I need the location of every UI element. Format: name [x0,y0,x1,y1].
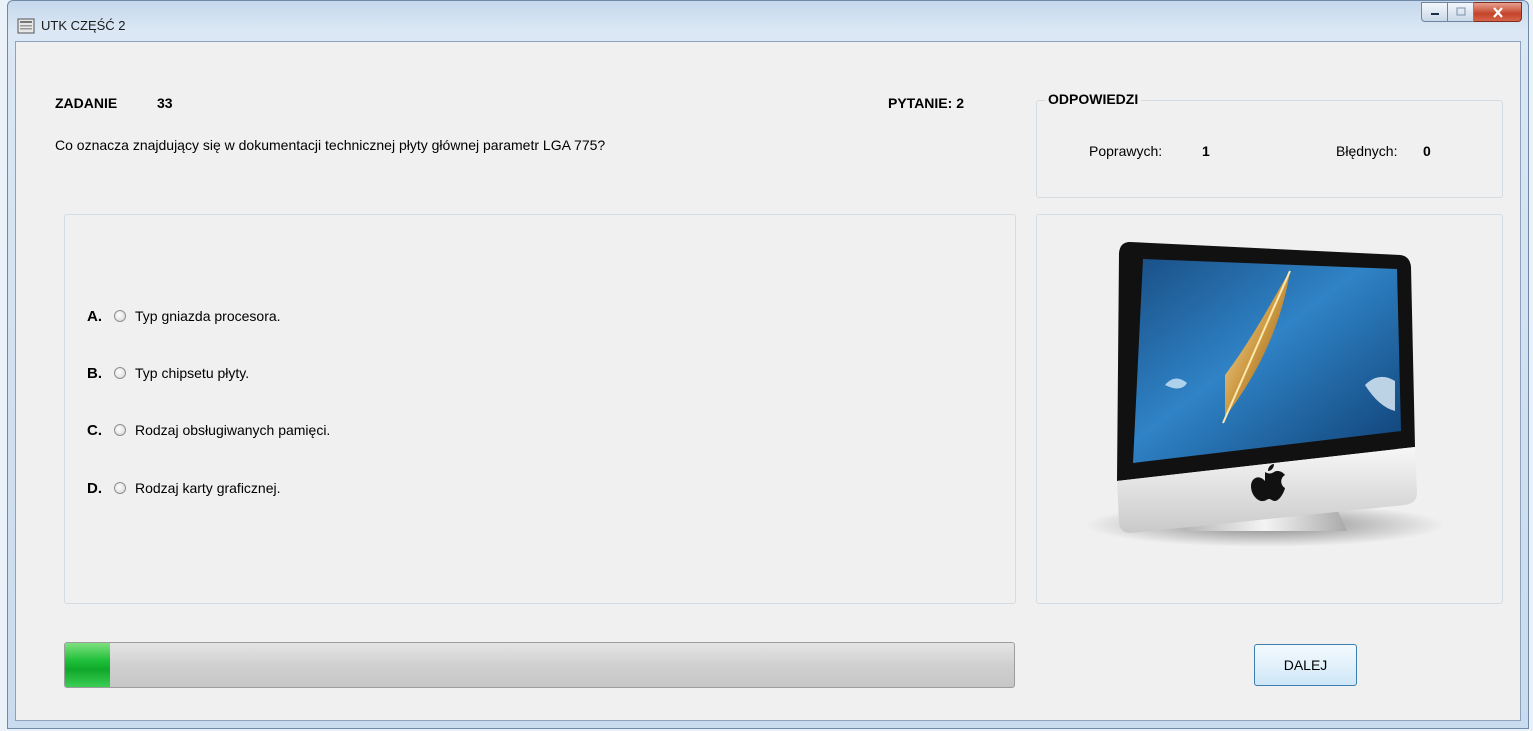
score-group-title: ODPOWIEDZI [1045,91,1142,107]
question-counter: PYTANIE: 2 [888,95,964,111]
radio-button[interactable] [114,482,126,494]
progress-fill [65,643,110,687]
wrong-label: Błędnych: [1336,143,1398,159]
task-number: 33 [157,95,173,111]
window-title: UTK CZĘŚĆ 2 [41,18,126,33]
question-text: Co oznacza znajdujący się w dokumentacji… [55,137,606,153]
minimize-icon [1430,13,1439,15]
maximize-button[interactable] [1448,2,1474,22]
answer-letter: D. [87,479,102,497]
score-group: ODPOWIEDZI Poprawych: 1 Błędnych: 0 [1036,91,1503,198]
answer-letter: C. [87,421,102,439]
correct-count: 1 [1202,143,1210,159]
answer-option-b[interactable]: B. Typ chipsetu płyty. [87,363,249,383]
answer-option-a[interactable]: A. Typ gniazda procesora. [87,306,281,326]
app-window: UTK CZĘŚĆ 2 ZADANIE 33 PYTANIE: 2 Co ozn… [7,0,1529,729]
next-button[interactable]: DALEJ [1254,644,1357,686]
app-icon [17,18,35,34]
main-panel: ZADANIE 33 PYTANIE: 2 Co oznacza znajduj… [15,41,1521,721]
answer-text: Typ chipsetu płyty. [135,365,250,381]
answer-letter: A. [87,307,102,325]
maximize-icon [1455,7,1466,16]
close-button[interactable] [1474,2,1522,22]
answer-text: Rodzaj obsługiwanych pamięci. [135,422,331,438]
wrong-count: 0 [1423,143,1431,159]
radio-button[interactable] [114,367,126,379]
answer-letter: B. [87,364,102,382]
answers-group: A. Typ gniazda procesora. B. Typ chipset… [64,214,1016,604]
title-bar[interactable]: UTK CZĘŚĆ 2 [8,1,1528,41]
answer-text: Typ gniazda procesora. [135,308,281,324]
task-label: ZADANIE [55,95,118,111]
answer-option-c[interactable]: C. Rodzaj obsługiwanych pamięci. [87,420,330,440]
window-controls [1421,2,1522,22]
radio-button[interactable] [114,310,126,322]
progress-bar [64,642,1015,688]
radio-button[interactable] [114,424,126,436]
computer-illustration [1085,242,1445,547]
answer-text: Rodzaj karty graficznej. [135,480,281,496]
image-group [1036,214,1503,604]
answer-option-d[interactable]: D. Rodzaj karty graficznej. [87,478,281,498]
minimize-button[interactable] [1421,2,1448,22]
correct-label: Poprawych: [1089,143,1163,159]
close-icon [1492,6,1503,18]
